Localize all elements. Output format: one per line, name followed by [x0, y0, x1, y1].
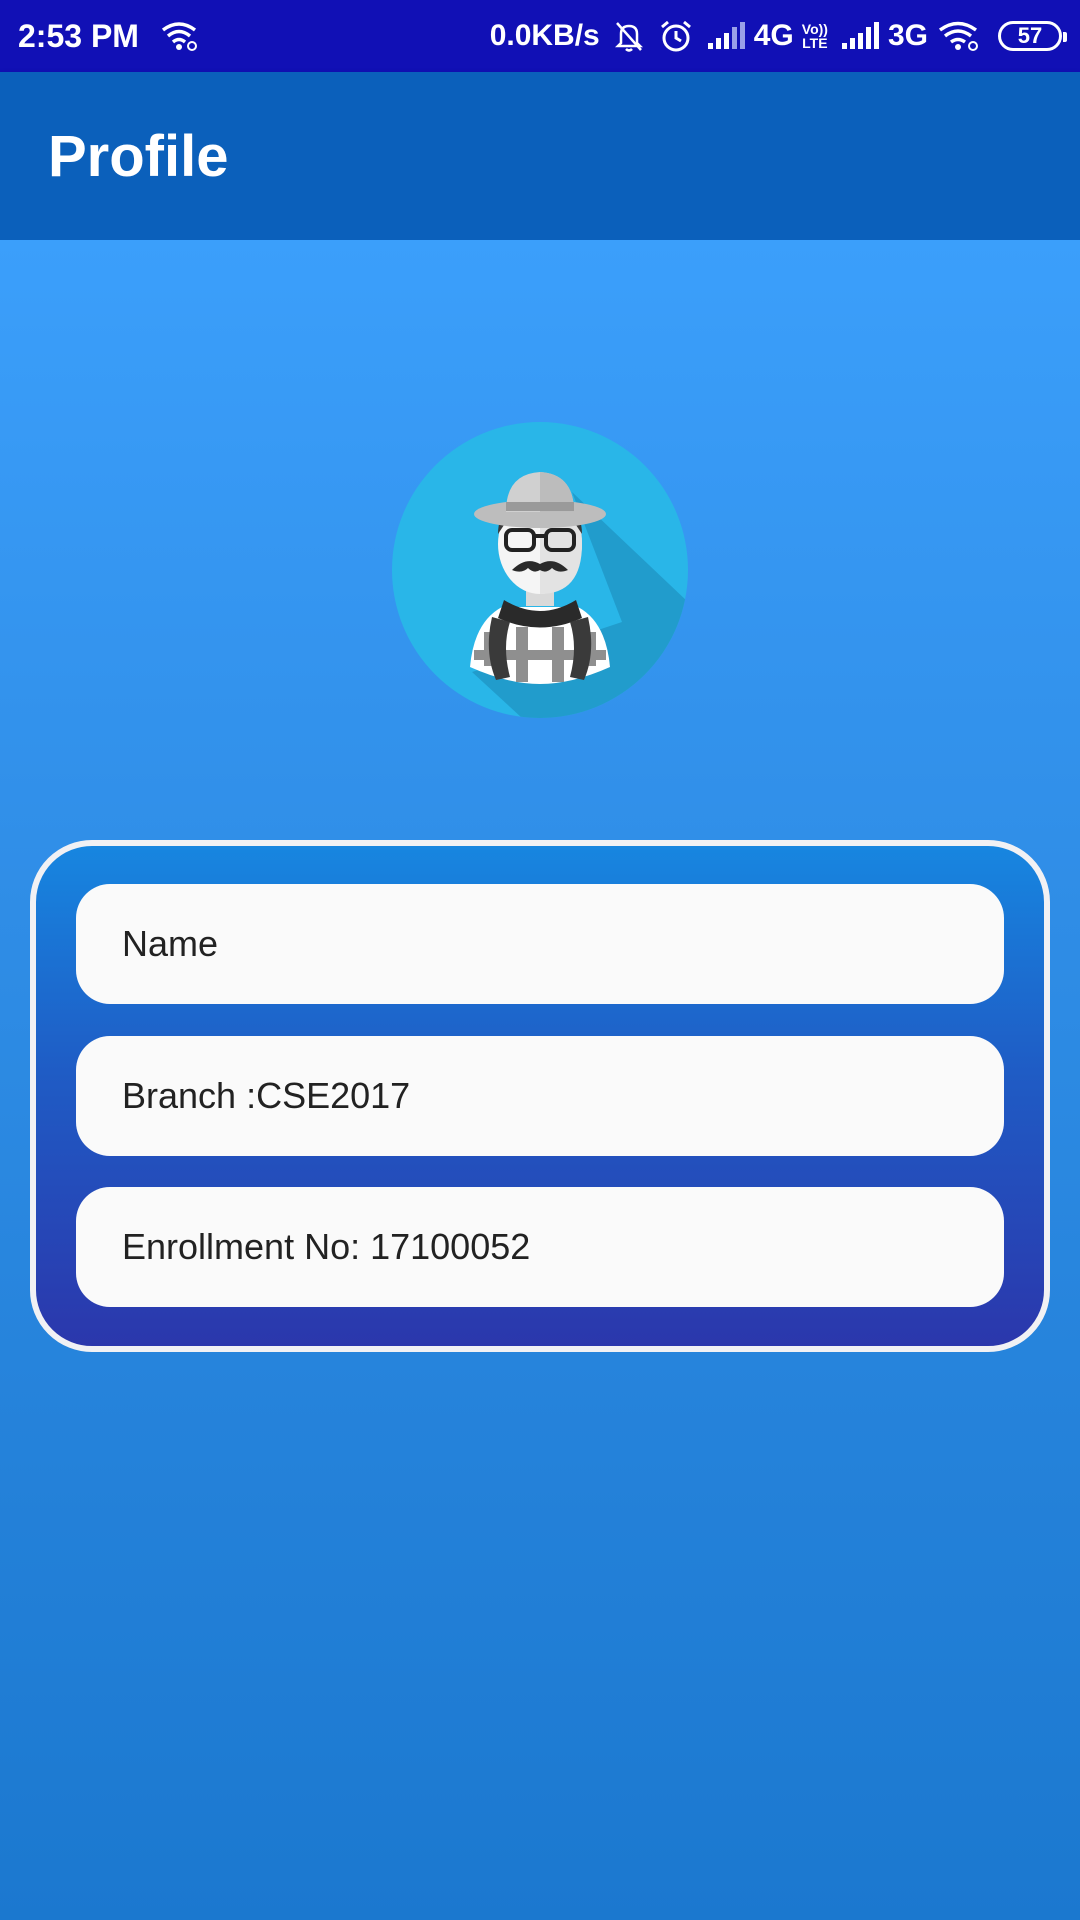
wifi-icon [936, 20, 980, 52]
app-bar: Profile [0, 72, 1080, 240]
network-speed: 0.0KB/s [489, 19, 600, 52]
battery-icon: 57 [998, 21, 1067, 51]
name-field[interactable]: Name [76, 884, 1004, 1004]
enrollment-field[interactable]: Enrollment No: 17100052 [76, 1187, 1004, 1307]
branch-label: Branch :CSE2017 [122, 1075, 411, 1116]
volte-indicator: Vo)) LTE [802, 22, 828, 50]
status-right: 0.0KB/s 4G Vo)) LTE 3G 57 [484, 18, 1067, 54]
volte-bottom: LTE [802, 35, 828, 51]
wifi-icon [159, 20, 199, 52]
name-label: Name [122, 923, 219, 964]
enrollment-label: Enrollment No: 17100052 [122, 1226, 531, 1267]
battery-level: 57 [1017, 23, 1043, 48]
avatar-hipster-icon [392, 422, 688, 718]
signal-icon [840, 21, 880, 51]
volte-top: Vo)) [801, 21, 828, 37]
status-bar: 2:53 PM 0.0KB/s 4G Vo)) LTE 3G 57 [0, 0, 1080, 72]
profile-info-card: Name Branch :CSE2017 Enrollment No: 1710… [30, 840, 1050, 1352]
page-title: Profile [48, 123, 229, 189]
signal-icon [706, 21, 746, 51]
status-left: 2:53 PM [18, 18, 205, 55]
profile-screen: Name Branch :CSE2017 Enrollment No: 1710… [0, 240, 1080, 1920]
alarm-icon [658, 18, 694, 54]
network-type-2: 3G [887, 19, 928, 52]
branch-field[interactable]: Branch :CSE2017 [76, 1036, 1004, 1156]
mute-bell-icon [612, 19, 646, 53]
status-time: 2:53 PM [18, 17, 139, 54]
network-type-1: 4G [753, 19, 794, 52]
